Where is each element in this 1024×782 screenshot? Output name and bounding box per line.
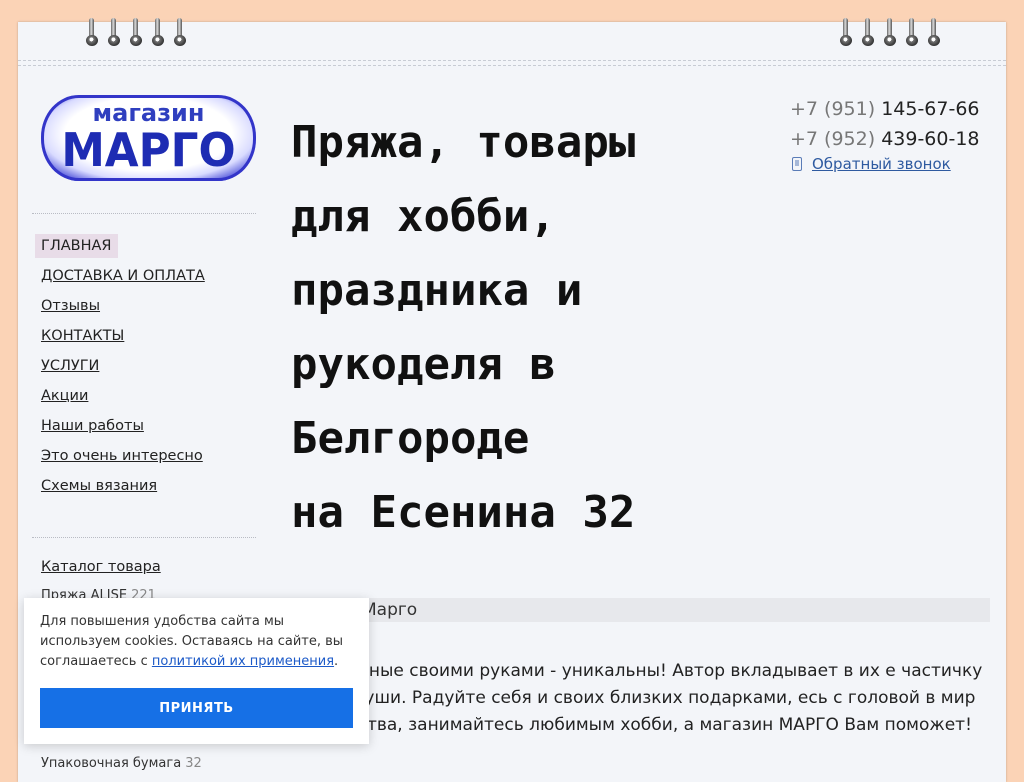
headline-line: праздника и [291, 265, 583, 316]
phone-code: +7 (952) [790, 128, 876, 150]
cookie-text-end: . [334, 654, 339, 669]
menu-item-label[interactable]: Наши работы [35, 414, 150, 438]
binder-ring-icon [928, 18, 940, 47]
menu-item-promotions[interactable]: Акции [35, 384, 211, 414]
menu-item-reviews[interactable]: Отзывы [35, 294, 211, 324]
cookie-text: Для повышения удобства сайта мы использу… [40, 612, 360, 672]
menu-item-label[interactable]: Отзывы [35, 294, 106, 318]
headline-line: Пряжа, товары [291, 117, 636, 168]
site-logo[interactable]: магазин МАРГО [41, 95, 256, 181]
headline-line: на Есенина 32 [291, 487, 636, 538]
callback-label: Обратный звонок [812, 155, 951, 173]
binder-ring-icon [862, 18, 874, 47]
catalog-item-label: Упаковочная бумага [41, 756, 182, 771]
perforation-line [18, 65, 1006, 66]
phone-list: +7 (951) 145-67-66 +7 (952) 439-60-18 [790, 94, 980, 154]
content-title-bar: Марго [292, 598, 990, 622]
headline-line: Белгороде [291, 413, 530, 464]
menu-item-label[interactable]: ДОСТАВКА И ОПЛАТА [35, 264, 211, 288]
binder-ring-icon [906, 18, 918, 47]
callback-link[interactable]: Обратный звонок [792, 155, 951, 173]
binder-ring-icon [174, 18, 186, 47]
menu-item-interesting[interactable]: Это очень интересно [35, 444, 211, 474]
menu-divider [32, 213, 256, 214]
menu-item-label[interactable]: Схемы вязания [35, 474, 163, 498]
phone-digits: 439-60-18 [881, 128, 980, 150]
menu-item-label[interactable]: ГЛАВНАЯ [35, 234, 118, 258]
menu-divider [32, 537, 256, 538]
cookie-banner: Для повышения удобства сайта мы использу… [24, 598, 369, 744]
menu-item-works[interactable]: Наши работы [35, 414, 211, 444]
binder-ring-icon [130, 18, 142, 47]
binder-rings-left [86, 18, 186, 47]
phone-number-1[interactable]: +7 (951) 145-67-66 [790, 94, 980, 124]
catalog-item-wrapping-paper[interactable]: Упаковочная бумага 32 [41, 756, 202, 771]
menu-item-patterns[interactable]: Схемы вязания [35, 474, 211, 504]
perforation-line [18, 60, 1006, 61]
menu-item-label[interactable]: Акции [35, 384, 94, 408]
page-headline: Пряжа, товары для хобби, праздника и рук… [291, 106, 751, 550]
catalog-item-count: 32 [185, 756, 202, 771]
headline-line: для хобби, [291, 191, 556, 242]
menu-item-home[interactable]: ГЛАВНАЯ [35, 234, 211, 264]
binder-rings-right [840, 18, 940, 47]
content-title: Марго [362, 600, 418, 620]
content-paragraph: , созданные своими руками - уникальны! А… [296, 661, 983, 735]
menu-item-contacts[interactable]: КОНТАКТЫ [35, 324, 211, 354]
menu-item-services[interactable]: УСЛУГИ [35, 354, 211, 384]
phone-code: +7 (951) [790, 98, 876, 120]
phone-number-2[interactable]: +7 (952) 439-60-18 [790, 124, 980, 154]
logo-title: МАРГО [61, 123, 236, 177]
binder-ring-icon [152, 18, 164, 47]
cookie-policy-link[interactable]: политикой их применения [152, 654, 334, 669]
catalog-link[interactable]: Каталог товара [41, 559, 161, 575]
menu-item-label[interactable]: КОНТАКТЫ [35, 324, 130, 348]
binder-ring-icon [86, 18, 98, 47]
accept-cookies-button[interactable]: ПРИНЯТЬ [40, 688, 353, 728]
menu-item-delivery[interactable]: ДОСТАВКА И ОПЛАТА [35, 264, 211, 294]
main-menu: ГЛАВНАЯ ДОСТАВКА И ОПЛАТА Отзывы КОНТАКТ… [35, 234, 211, 504]
binder-ring-icon [884, 18, 896, 47]
phone-digits: 145-67-66 [881, 98, 980, 120]
binder-ring-icon [840, 18, 852, 47]
phone-icon [792, 157, 802, 171]
headline-line: рукоделя в [291, 339, 556, 390]
menu-item-label[interactable]: Это очень интересно [35, 444, 209, 468]
binder-ring-icon [108, 18, 120, 47]
menu-item-label[interactable]: УСЛУГИ [35, 354, 105, 378]
